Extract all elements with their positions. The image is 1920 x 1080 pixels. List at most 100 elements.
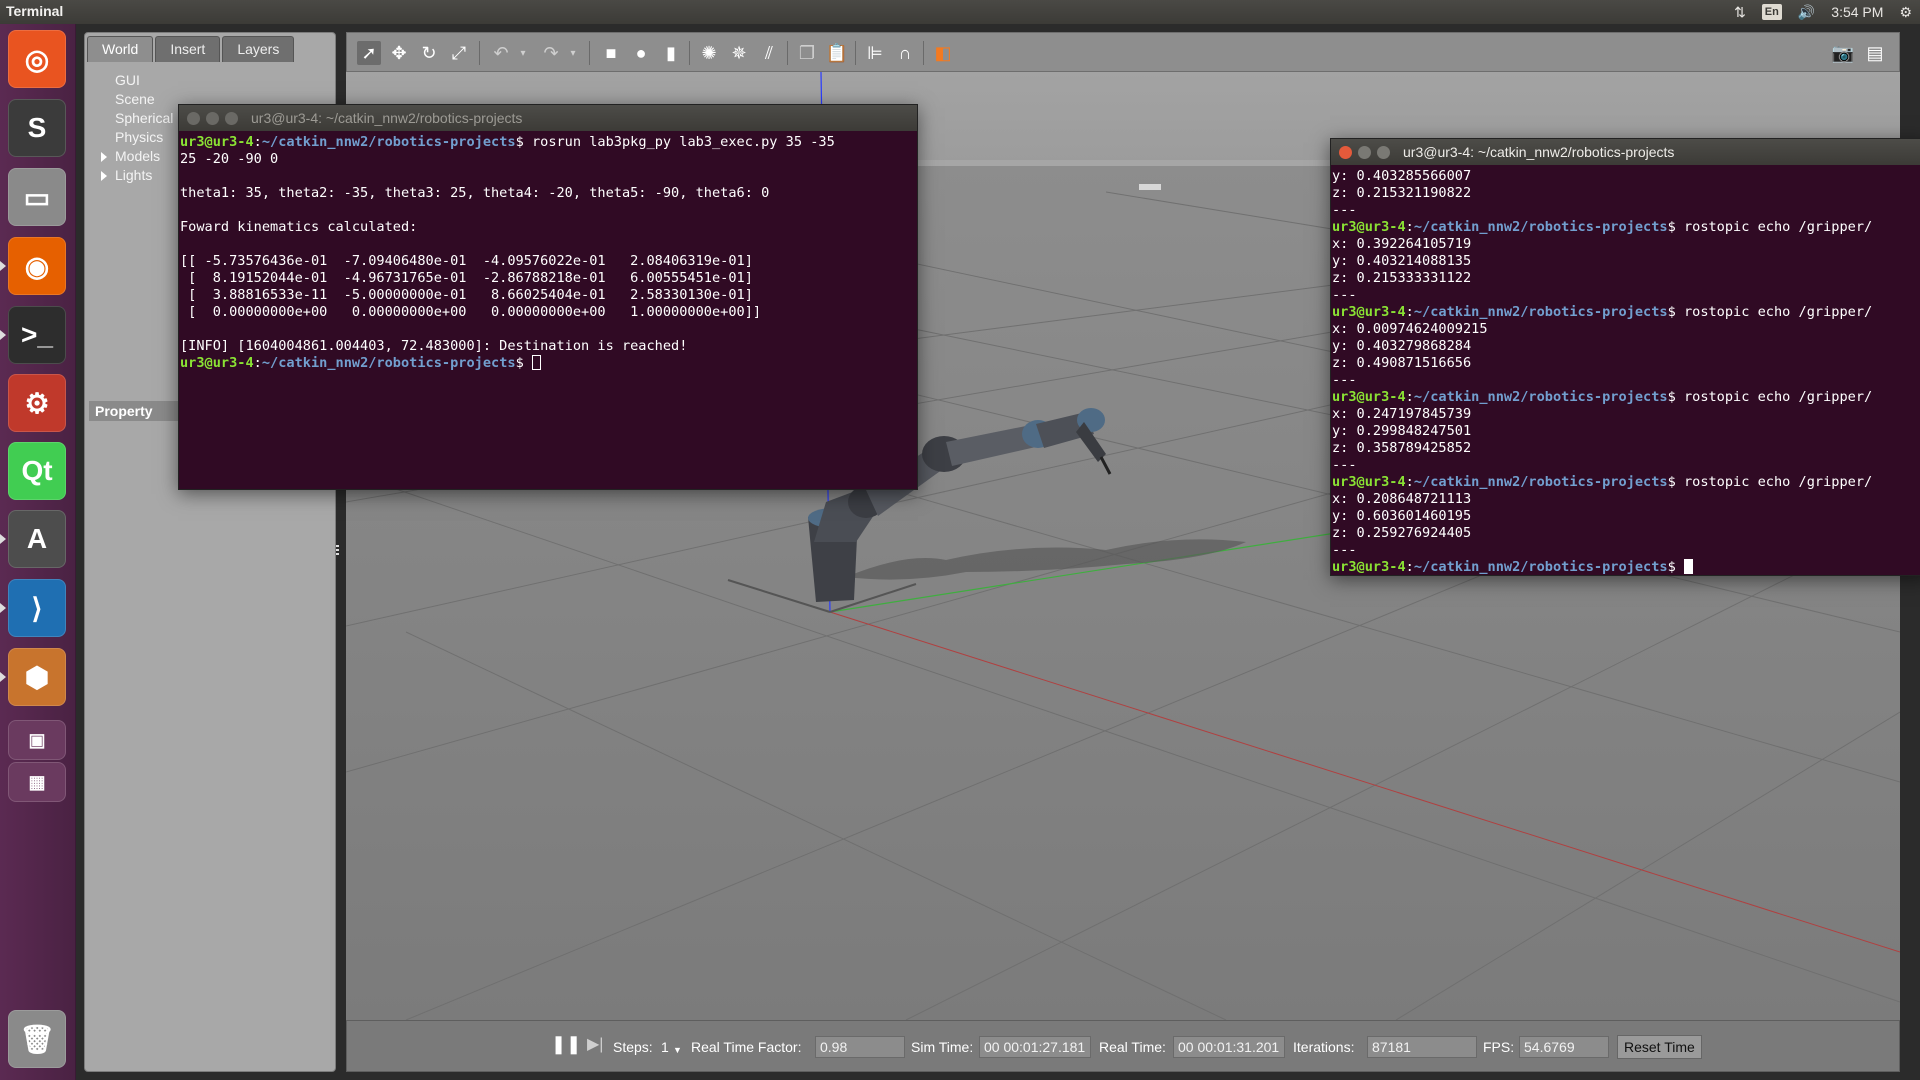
record-log-icon[interactable]: ▤ [1863,41,1887,65]
align-icon[interactable]: ⊫ [863,41,887,65]
output-text: y: 0.403285566007 [1332,168,1472,184]
real-time-label: Real Time: [1099,1039,1166,1055]
terminal-line: [ 0.00000000e+00 0.00000000e+00 0.000000… [180,304,916,321]
snap-icon[interactable]: ∩ [893,41,917,65]
terminal-1-titlebar[interactable]: ur3@ur3-4: ~/catkin_nnw2/robotics-projec… [179,105,917,131]
files-icon[interactable]: ▭ [8,168,66,226]
sphere-shape-icon[interactable]: ● [629,41,653,65]
maximize-icon[interactable] [1377,146,1390,159]
software-updater-icon[interactable]: A [8,510,66,568]
vscode-icon[interactable]: ⟩ [8,579,66,637]
text-cursor [1683,559,1693,574]
terminal-line: ur3@ur3-4:~/catkin_nnw2/robotics-project… [1332,389,1873,405]
prompt-path: ~/catkin_nnw2/robotics-projects [261,355,516,371]
terminal-2-titlebar[interactable]: ur3@ur3-4: ~/catkin_nnw2/robotics-projec… [1331,139,1920,165]
terminal-line: z: 0.215321190822 [1332,185,1920,202]
sublime-text-icon[interactable]: S [8,99,66,157]
output-text: z: 0.259276924405 [1332,525,1472,541]
terminal-1-output[interactable]: ur3@ur3-4:~/catkin_nnw2/robotics-project… [179,131,917,372]
terminal-line: y: 0.403285566007 [1332,168,1920,185]
translate-mode-icon[interactable]: ✥ [387,41,411,65]
pause-icon[interactable]: ❚❚ [551,1034,581,1054]
prompt-path: ~/catkin_nnw2/robotics-projects [1413,559,1668,575]
output-text: Foward kinematics calculated: [180,219,418,235]
gazebo-tabs: World Insert Layers [87,36,296,62]
real-time-value: 00 00:01:31.201 [1173,1036,1285,1058]
command-text: rostopic echo /gripper/ [1675,474,1873,490]
tab-world[interactable]: World [87,36,154,62]
sim-time-value: 00 00:01:27.181 [979,1036,1091,1058]
prompt-path: ~/catkin_nnw2/robotics-projects [1413,474,1668,490]
output-text: [[ -5.73576436e-01 -7.09406480e-01 -4.09… [180,253,753,269]
minimize-icon[interactable] [1358,146,1371,159]
maximize-icon[interactable] [225,112,238,125]
world-tree-item[interactable]: GUI [85,71,335,90]
terminal-line: ur3@ur3-4:~/catkin_nnw2/robotics-project… [1332,474,1873,490]
step-forward-icon[interactable]: ▶| [587,1035,603,1055]
select-mode-icon[interactable]: ➚ [357,41,381,65]
screenshot-icon[interactable]: ▣ [8,720,66,760]
terminal-line: [INFO] [1604004861.004403, 72.483000]: D… [180,338,916,355]
expand-arrow-icon[interactable] [101,152,107,162]
prompt-user: ur3@ur3-4 [180,355,254,371]
workspace-switcher-icon[interactable]: ▦ [8,762,66,802]
terminal-line: --- [1332,372,1920,389]
terminal-line: [ 8.19152044e-01 -4.96731765e-01 -2.8678… [180,270,916,287]
point-light-icon[interactable]: ✺ [697,41,721,65]
system-tray: ⇅ En 🔊 3:54 PM ⚙ [1734,0,1912,24]
terminal-line: x: 0.392264105719 [1332,236,1920,253]
clock[interactable]: 3:54 PM [1831,0,1883,24]
scale-mode-icon[interactable]: ⤢ [447,41,471,65]
rotate-mode-icon[interactable]: ↻ [417,41,441,65]
world-tree-item-label: Models [115,148,161,164]
running-indicator [0,672,6,682]
output-text: [ 3.88816533e-11 -5.00000000e-01 8.66025… [180,287,753,303]
ubuntu-dash-icon[interactable]: ◎ [8,30,66,88]
cylinder-shape-icon[interactable]: ▮ [659,41,683,65]
output-text: x: 0.392264105719 [1332,236,1472,252]
terminal-2-output[interactable]: y: 0.403285566007 z: 0.215321190822 --- ur3… [1331,165,1920,575]
close-icon[interactable] [187,112,200,125]
output-text: y: 0.603601460195 [1332,508,1472,524]
reset-time-button[interactable]: Reset Time [1617,1035,1702,1059]
terminal-icon[interactable]: >_ [8,306,66,364]
redo-icon[interactable]: ↷ [539,41,563,65]
redo-history-icon[interactable]: ▾ [561,41,585,65]
prompt-path: ~/catkin_nnw2/robotics-projects [1413,304,1668,320]
panel-splitter-handle[interactable] [336,545,340,561]
view-angle-icon[interactable]: ◧ [931,41,955,65]
tab-layers[interactable]: Layers [222,36,295,62]
network-icon[interactable]: ⇅ [1734,0,1746,24]
paste-icon[interactable]: 📋 [825,41,849,65]
output-text: z: 0.358789425852 [1332,440,1472,456]
close-icon[interactable] [1339,146,1352,159]
copy-icon[interactable]: ❐ [795,41,819,65]
box-shape-icon[interactable]: ■ [599,41,623,65]
steps-dropdown-icon[interactable]: ▼ [673,1040,682,1060]
firefox-icon[interactable]: ◉ [8,237,66,295]
undo-history-icon[interactable]: ▾ [511,41,535,65]
system-settings-icon[interactable]: ⚙ [8,374,66,432]
output-text: 25 -20 -90 0 [180,151,279,167]
trash-icon[interactable]: 🗑 [8,1010,66,1068]
keyboard-language-indicator[interactable]: En [1761,4,1782,20]
terminal-line: ur3@ur3-4:~/catkin_nnw2/robotics-project… [180,134,835,150]
undo-icon[interactable]: ↶ [489,41,513,65]
terminal-window-1[interactable]: ur3@ur3-4: ~/catkin_nnw2/robotics-projec… [178,104,918,490]
gazebo-icon[interactable]: ⬢ [8,648,66,706]
qt-creator-icon[interactable]: Qt [8,442,66,500]
minimize-icon[interactable] [206,112,219,125]
prompt-user: ur3@ur3-4 [180,134,254,150]
spot-light-icon[interactable]: ✵ [727,41,751,65]
iterations-value: 87181 [1367,1036,1477,1058]
expand-arrow-icon[interactable] [101,171,107,181]
directional-light-icon[interactable]: ⫽ [757,41,781,65]
session-gear-icon[interactable]: ⚙ [1899,0,1912,24]
terminal-line: y: 0.299848247501 [1332,423,1920,440]
terminal-window-2[interactable]: ur3@ur3-4: ~/catkin_nnw2/robotics-projec… [1330,138,1920,576]
volume-icon[interactable]: 🔊 [1798,0,1815,24]
steps-value[interactable]: 1 [661,1037,669,1057]
terminal-line: z: 0.490871516656 [1332,355,1920,372]
screenshot-camera-icon[interactable]: 📷 [1831,41,1855,65]
tab-insert[interactable]: Insert [155,36,221,62]
